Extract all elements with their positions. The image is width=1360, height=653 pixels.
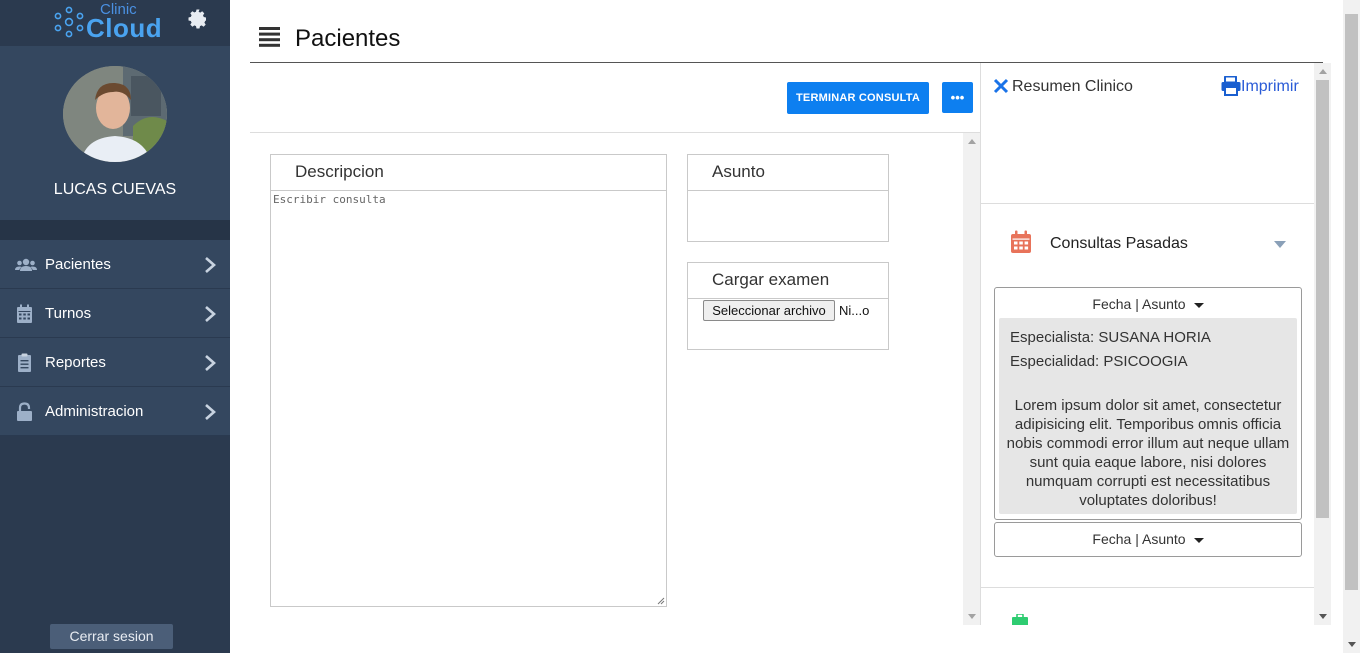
caret-down-icon (1193, 537, 1204, 543)
form-toolbar: TERMINAR CONSULTA ••• (250, 63, 980, 133)
print-link[interactable]: Imprimir (1241, 78, 1299, 96)
selected-file-name: Ni...o (839, 303, 870, 318)
description-panel: Descripcion (270, 154, 667, 607)
sidebar-item-turnos[interactable]: Turnos (0, 289, 230, 338)
subject-input[interactable] (688, 191, 888, 241)
past-consultation-card: Fecha | Asunto Especialista: SUSANA HORI… (994, 287, 1302, 520)
briefcase-icon (1012, 614, 1028, 625)
page-header: Pacientes (250, 0, 1323, 63)
sidebar-menu: Pacientes Turnos Reportes Administracion (0, 240, 230, 436)
exam-upload-title: Cargar examen (688, 263, 888, 299)
brand: Clinic Cloud (0, 0, 230, 46)
chevron-right-icon (205, 257, 216, 273)
caret-down-icon (1193, 302, 1204, 308)
form-scrollbar[interactable] (963, 133, 980, 625)
close-icon[interactable] (993, 78, 1009, 94)
sidebar-item-label: Administracion (45, 403, 144, 420)
logout-button[interactable]: Cerrar sesion (50, 624, 173, 649)
calendar-icon (1011, 230, 1031, 253)
sidebar: Clinic Cloud LUCAS CUEVAS Pacientes Turn… (0, 0, 230, 653)
more-options-button[interactable]: ••• (942, 82, 973, 113)
printer-icon[interactable] (1221, 76, 1241, 96)
user-name: LUCAS CUEVAS (53, 181, 177, 198)
specialist-label: Especialista: SUSANA HORIA (1010, 329, 1211, 346)
avatar-photo (63, 66, 167, 162)
sidebar-item-label: Reportes (45, 354, 106, 371)
sidebar-item-label: Pacientes (45, 256, 111, 273)
sidebar-separator (0, 220, 230, 240)
gear-icon[interactable] (188, 9, 208, 29)
scroll-down-arrow-icon[interactable] (1348, 642, 1356, 647)
chevron-right-icon (205, 404, 216, 420)
summary-title: Resumen Clinico (1012, 78, 1133, 95)
lock-icon (17, 402, 32, 421)
summary-divider (981, 203, 1314, 204)
consultation-card-header-label: Fecha | Asunto (1092, 296, 1186, 312)
past-consultations-title: Consultas Pasadas (1050, 235, 1188, 252)
resize-grip-icon[interactable] (656, 596, 665, 605)
clipboard-icon (18, 353, 31, 372)
hamburger-menu-icon[interactable] (259, 27, 280, 47)
clinic-logo-icon (54, 6, 84, 38)
scroll-up-arrow-icon[interactable] (968, 139, 976, 144)
subject-panel: Asunto (687, 154, 889, 242)
consultation-form: TERMINAR CONSULTA ••• Descripcion Asunto… (250, 63, 980, 625)
chevron-right-icon (205, 355, 216, 371)
consultation-card-header[interactable]: Fecha | Asunto (995, 288, 1301, 318)
scrollbar-thumb[interactable] (1345, 14, 1358, 590)
select-file-button[interactable]: Seleccionar archivo (703, 300, 835, 321)
page-title: Pacientes (295, 25, 401, 52)
consultation-card-body: Especialista: SUSANA HORIA Especialidad:… (999, 318, 1297, 514)
caret-down-icon[interactable] (1274, 241, 1286, 248)
description-title: Descripcion (271, 155, 666, 191)
past-consultation-card: Fecha | Asunto (994, 522, 1302, 557)
clinical-summary-panel: Resumen Clinico Imprimir Consultas Pasad… (980, 63, 1331, 625)
sidebar-item-label: Turnos (45, 305, 92, 322)
subject-title: Asunto (688, 155, 888, 191)
scroll-up-arrow-icon[interactable] (1319, 69, 1327, 74)
scroll-down-arrow-icon[interactable] (968, 614, 976, 619)
specialty-label: Especialidad: PSICOOGIA (1010, 353, 1188, 370)
sidebar-item-administracion[interactable]: Administracion (0, 387, 230, 436)
chevron-right-icon (205, 306, 216, 322)
brand-big-text: Cloud (86, 13, 163, 43)
scrollbar-thumb[interactable] (1316, 80, 1329, 518)
consultation-card-header-label: Fecha | Asunto (1092, 531, 1186, 547)
page-scrollbar[interactable] (1343, 0, 1360, 653)
user-profile: LUCAS CUEVAS (0, 46, 230, 220)
users-icon (15, 258, 37, 271)
summary-scrollbar[interactable] (1314, 63, 1331, 625)
finish-consultation-button[interactable]: TERMINAR CONSULTA (787, 82, 929, 114)
consultation-notes: Lorem ipsum dolor sit amet, consectetur … (1006, 397, 1290, 509)
consultation-card-header[interactable]: Fecha | Asunto (995, 523, 1301, 553)
scroll-down-arrow-icon[interactable] (1319, 614, 1327, 619)
app-root: Clinic Cloud LUCAS CUEVAS Pacientes Turn… (0, 0, 1360, 653)
summary-divider (981, 587, 1314, 588)
sidebar-item-reportes[interactable]: Reportes (0, 338, 230, 387)
avatar (63, 66, 167, 162)
exam-upload-panel: Cargar examen Seleccionar archivo Ni...o (687, 262, 889, 350)
calendar-icon (17, 304, 32, 323)
description-textarea[interactable] (271, 191, 666, 606)
sidebar-item-pacientes[interactable]: Pacientes (0, 240, 230, 289)
